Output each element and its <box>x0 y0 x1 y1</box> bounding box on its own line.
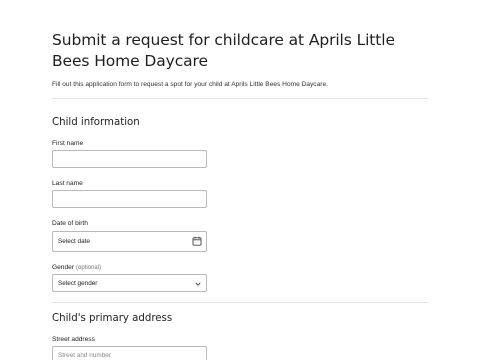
gender-optional-hint: (optional) <box>76 265 102 271</box>
page-title: Submit a request for childcare at Aprils… <box>52 31 395 70</box>
last-name-label: Last name <box>52 180 83 187</box>
street-address-field[interactable]: Street and number <box>52 346 207 360</box>
childcare-request-form: Submit a request for childcare at Aprils… <box>0 0 480 360</box>
street-address-label: Street address <box>52 336 95 343</box>
street-address-placeholder: Street and number <box>58 352 111 359</box>
child-information-heading: Child information <box>52 117 140 128</box>
date-of-birth-label: Date of birth <box>52 220 88 227</box>
date-of-birth-value: Select date <box>58 238 90 245</box>
gender-label: Gender (optional) <box>52 263 101 273</box>
last-name-field[interactable] <box>52 190 207 208</box>
section-divider <box>52 302 428 303</box>
section-divider <box>52 98 428 99</box>
first-name-label: First name <box>52 140 84 147</box>
form-intro-text: Fill out this application form to reques… <box>52 81 328 88</box>
chevron-down-icon <box>195 282 201 286</box>
primary-address-heading: Child's primary address <box>52 313 173 324</box>
gender-select-value: Select gender <box>58 280 98 287</box>
date-of-birth-picker[interactable]: Select date <box>52 231 207 252</box>
gender-select[interactable]: Select gender <box>52 274 207 292</box>
first-name-field[interactable] <box>52 150 207 168</box>
calendar-icon[interactable] <box>192 236 202 246</box>
gender-label-text: Gender <box>52 264 74 271</box>
